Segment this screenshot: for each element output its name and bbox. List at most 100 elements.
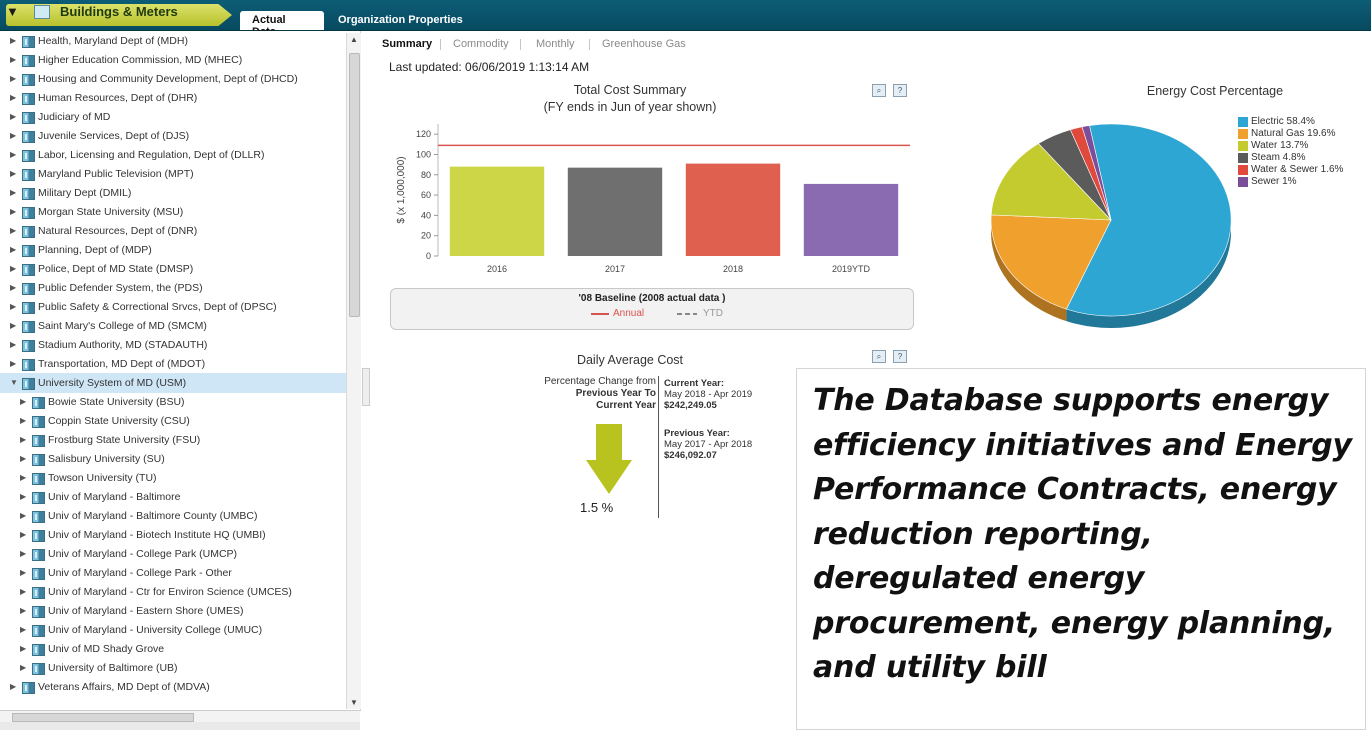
expand-icon[interactable]: ▶ [10,164,20,184]
expand-icon[interactable]: ▶ [10,354,20,374]
subtab-summary[interactable]: Summary [382,38,432,50]
tab-actual-data[interactable]: Actual Data [240,11,324,38]
tree-item[interactable]: ▶ Morgan State University (MSU) [0,202,346,222]
help-icon[interactable]: ? [893,350,907,363]
expand-icon[interactable]: ▶ [20,468,30,488]
tree-item[interactable]: ▶ Coppin State University (CSU) [0,411,346,431]
expand-icon[interactable]: ▶ [20,487,30,507]
tree-item[interactable]: ▶ Univ of Maryland - University College (… [0,620,346,640]
expand-icon[interactable]: ▶ [10,50,20,70]
collapse-icon[interactable]: ▼ [10,373,20,393]
tree-item[interactable]: ▶ Health, Maryland Dept of (MDH) [0,31,346,51]
expand-icon[interactable]: ▶ [10,335,20,355]
tree-item[interactable]: ▶ University of Baltimore (UB) [0,658,346,678]
expand-icon[interactable]: ▶ [20,639,30,659]
tree-item[interactable]: ▶ Higher Education Commission, MD (MHEC) [0,50,346,70]
tree-item[interactable]: ▶ Bowie State University (BSU) [0,392,346,412]
expand-icon[interactable]: ▶ [10,297,20,317]
expand-icon[interactable]: ▶ [20,582,30,602]
tree-item[interactable]: ▶ Univ of Maryland - College Park - Other [0,563,346,583]
collapse-arrow-icon[interactable]: ▼ [6,4,19,19]
tree-item[interactable]: ▶ Military Dept (DMIL) [0,183,346,203]
expand-icon[interactable]: ▶ [20,506,30,526]
tree-item[interactable]: ▶ Police, Dept of MD State (DMSP) [0,259,346,279]
expand-icon[interactable]: ▶ [10,107,20,127]
tab-organization-properties[interactable]: Organization Properties [326,11,475,30]
expand-icon[interactable]: ▶ [20,411,30,431]
expand-icon[interactable]: ▶ [10,240,20,260]
tree-item[interactable]: ▶ Juvenile Services, Dept of (DJS) [0,126,346,146]
expand-icon[interactable]: ▶ [20,658,30,678]
tree-item[interactable]: ▶ Univ of Maryland - Eastern Shore (UMES) [0,601,346,621]
tree-item[interactable]: ▶ Veterans Affairs, MD Dept of (MDVA) [0,677,346,697]
expand-icon[interactable]: ▶ [20,620,30,640]
expand-icon[interactable]: ▶ [20,392,30,412]
tree-item[interactable]: ▶ Stadium Authority, MD (STADAUTH) [0,335,346,355]
tree-item[interactable]: ▶ Towson University (TU) [0,468,346,488]
tree-item-label: Planning, Dept of (MDP) [38,244,152,256]
zoom-icon[interactable]: ⌕ [872,84,886,97]
tree-item[interactable]: ▶ Univ of MD Shady Grove [0,639,346,659]
horizontal-scroll-thumb[interactable] [12,713,194,722]
zoom-icon[interactable]: ⌕ [872,350,886,363]
expand-icon[interactable]: ▶ [10,677,20,697]
tree-vertical-scrollbar[interactable]: ▲ ▼ [346,33,361,709]
tree-item[interactable]: ▶ Salisbury University (SU) [0,449,346,469]
tree-item[interactable]: ▼ University System of MD (USM) [0,373,346,393]
expand-icon[interactable]: ▶ [10,145,20,165]
tree-item[interactable]: ▶ Labor, Licensing and Regulation, Dept o… [0,145,346,165]
tree-item[interactable]: ▶ Housing and Community Development, Dept… [0,69,346,89]
expand-icon[interactable]: ▶ [20,525,30,545]
tree-item[interactable]: ▶ Planning, Dept of (MDP) [0,240,346,260]
tree-item[interactable]: ▶ Saint Mary's College of MD (SMCM) [0,316,346,336]
expand-icon[interactable]: ▶ [20,563,30,583]
building-icon [22,302,35,314]
tree-item[interactable]: ▶ Univ of Maryland - Baltimore County (UM… [0,506,346,526]
tree-item[interactable]: ▶ Univ of Maryland - College Park (UMCP) [0,544,346,564]
subtab-commodity[interactable]: Commodity [453,38,509,50]
scroll-thumb[interactable] [349,53,360,317]
expand-icon[interactable]: ▶ [10,183,20,203]
pie-legend-item[interactable]: Water & Sewer 1.6% [1238,164,1343,176]
tree-item[interactable]: ▶ Transportation, MD Dept of (MDOT) [0,354,346,374]
expand-icon[interactable]: ▶ [10,259,20,279]
subtab-greenhouse-gas[interactable]: Greenhouse Gas [602,38,686,50]
tree-item[interactable]: ▶ Public Safety & Correctional Srvcs, Dep… [0,297,346,317]
tree-item[interactable]: ▶ Univ of Maryland - Ctr for Environ Scie… [0,582,346,602]
expand-icon[interactable]: ▶ [10,221,20,241]
building-icon [32,454,45,466]
building-icon [32,663,45,675]
subtab-monthly[interactable]: Monthly [536,38,575,50]
tree-item[interactable]: ▶ Univ of Maryland - Biotech Institute HQ… [0,525,346,545]
tree-item[interactable]: ▶ Judiciary of MD [0,107,346,127]
expand-icon[interactable]: ▶ [20,449,30,469]
expand-icon[interactable]: ▶ [10,202,20,222]
tree-item[interactable]: ▶ Maryland Public Television (MPT) [0,164,346,184]
help-icon[interactable]: ? [893,84,907,97]
pie-legend-item[interactable]: Natural Gas 19.6% [1238,128,1343,140]
expand-icon[interactable]: ▶ [10,278,20,298]
expand-icon[interactable]: ▶ [10,88,20,108]
expand-icon[interactable]: ▶ [10,31,20,51]
scroll-up-icon[interactable]: ▲ [350,35,358,44]
expand-icon[interactable]: ▶ [20,601,30,621]
scroll-down-icon[interactable]: ▼ [350,698,358,707]
pie-legend-item[interactable]: Sewer 1% [1238,176,1343,188]
annual-legend-label[interactable]: Annual [613,308,644,319]
ytd-legend-label[interactable]: YTD [703,308,723,319]
tree-item[interactable]: ▶ Frostburg State University (FSU) [0,430,346,450]
expand-icon[interactable]: ▶ [10,69,20,89]
pie-legend-item[interactable]: Water 13.7% [1238,140,1343,152]
percentage-change-value: 1.5 % [580,500,614,515]
expand-icon[interactable]: ▶ [10,316,20,336]
pie-legend-item[interactable]: Steam 4.8% [1238,152,1343,164]
tree-item[interactable]: ▶ Univ of Maryland - Baltimore [0,487,346,507]
tree-item[interactable]: ▶ Natural Resources, Dept of (DNR) [0,221,346,241]
tree-item[interactable]: ▶ Human Resources, Dept of (DHR) [0,88,346,108]
expand-icon[interactable]: ▶ [20,544,30,564]
panel-splitter[interactable] [362,368,370,406]
expand-icon[interactable]: ▶ [10,126,20,146]
tree-item[interactable]: ▶ Public Defender System, the (PDS) [0,278,346,298]
pie-legend-item[interactable]: Electric 58.4% [1238,116,1343,128]
expand-icon[interactable]: ▶ [20,430,30,450]
